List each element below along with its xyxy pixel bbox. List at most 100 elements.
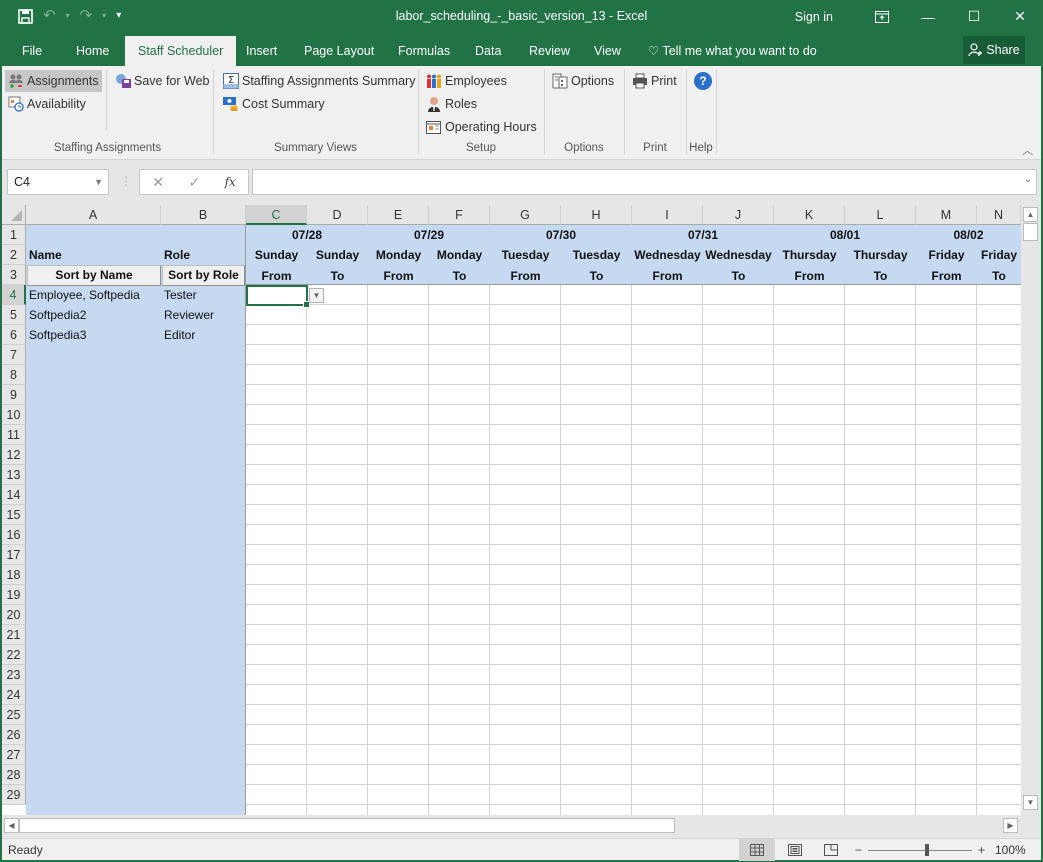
save-for-web-button[interactable]: Save for Web xyxy=(112,70,213,92)
column-header-h[interactable]: H xyxy=(561,205,632,225)
row-header-19[interactable]: 19 xyxy=(2,585,26,605)
row-header-25[interactable]: 25 xyxy=(2,705,26,725)
tab-home[interactable]: Home xyxy=(63,36,122,66)
tab-staff-scheduler[interactable]: Staff Scheduler xyxy=(125,36,237,66)
zoom-slider-handle[interactable] xyxy=(925,843,930,856)
row-header-11[interactable]: 11 xyxy=(2,425,26,445)
page-break-preview-button[interactable] xyxy=(813,839,849,861)
page-layout-view-button[interactable] xyxy=(777,839,813,861)
scroll-down-icon[interactable]: ▼ xyxy=(1023,795,1038,810)
column-header-m[interactable]: M xyxy=(916,205,977,225)
row-header-1[interactable]: 1 xyxy=(2,225,26,245)
tell-me-search[interactable]: ♡ Tell me what you want to do xyxy=(648,36,817,66)
column-header-g[interactable]: G xyxy=(490,205,561,225)
options-button[interactable]: Options xyxy=(549,70,617,92)
row-header-23[interactable]: 23 xyxy=(2,665,26,685)
column-header-j[interactable]: J xyxy=(703,205,774,225)
undo-icon[interactable]: ↶ xyxy=(43,7,56,25)
employee-role-cell[interactable]: Editor xyxy=(164,325,195,345)
customize-qat-icon[interactable]: ▾ xyxy=(116,7,121,25)
cell-dropdown-button[interactable]: ▼ xyxy=(309,288,324,303)
row-header-18[interactable]: 18 xyxy=(2,565,26,585)
redo-dropdown-icon[interactable]: ▾ xyxy=(102,7,106,25)
horizontal-scrollbar[interactable]: ◀ ▶ xyxy=(2,815,1041,838)
worksheet-grid[interactable]: ABCDEFGHIJKLMN 1 2 3 4 5 6 7 8 9 10 11 12 13 14 15 16 17… xyxy=(2,205,1021,815)
expand-formula-bar-icon[interactable]: ⌄ xyxy=(1024,174,1032,185)
scroll-right-icon[interactable]: ▶ xyxy=(1003,818,1018,833)
roles-button[interactable]: Roles xyxy=(423,93,480,115)
column-header-l[interactable]: L xyxy=(845,205,916,225)
column-header-a[interactable]: A xyxy=(26,205,161,225)
staffing-assignments-summary-button[interactable]: Σ Staffing Assignments Summary xyxy=(220,70,418,92)
name-box-dropdown-icon[interactable]: ▼ xyxy=(94,170,103,194)
name-box[interactable]: C4 ▼ xyxy=(7,169,109,195)
formula-input[interactable]: ⌄ xyxy=(252,169,1037,195)
column-header-c[interactable]: C xyxy=(246,205,307,225)
row-header-14[interactable]: 14 xyxy=(2,485,26,505)
insert-function-icon[interactable]: fx xyxy=(225,175,236,189)
ribbon-display-options-button[interactable] xyxy=(859,0,905,33)
select-all-button[interactable] xyxy=(2,205,26,225)
tab-review[interactable]: Review xyxy=(516,36,583,66)
row-header-6[interactable]: 6 xyxy=(2,325,26,345)
column-header-d[interactable]: D xyxy=(307,205,368,225)
row-header-28[interactable]: 28 xyxy=(2,765,26,785)
tab-view[interactable]: View xyxy=(581,36,634,66)
zoom-in-icon[interactable]: + xyxy=(978,843,985,857)
cell-area[interactable]: Name Role Sort by Name Sort by Role 07/2… xyxy=(26,225,1021,815)
vertical-scrollbar[interactable]: ▲ ▼ xyxy=(1021,205,1041,815)
column-header-f[interactable]: F xyxy=(429,205,490,225)
row-header-22[interactable]: 22 xyxy=(2,645,26,665)
help-button[interactable]: ? xyxy=(691,70,715,92)
row-header-17[interactable]: 17 xyxy=(2,545,26,565)
tab-data[interactable]: Data xyxy=(462,36,514,66)
column-header-e[interactable]: E xyxy=(368,205,429,225)
row-header-4[interactable]: 4 xyxy=(2,285,26,305)
row-header-5[interactable]: 5 xyxy=(2,305,26,325)
minimize-button[interactable]: — xyxy=(905,0,951,33)
close-button[interactable]: ✕ xyxy=(997,0,1043,33)
row-header-24[interactable]: 24 xyxy=(2,685,26,705)
column-header-k[interactable]: K xyxy=(774,205,845,225)
collapse-ribbon-icon[interactable]: ︿ xyxy=(1022,142,1033,158)
zoom-slider[interactable] xyxy=(868,843,973,856)
print-button[interactable]: Print xyxy=(629,70,680,92)
row-header-12[interactable]: 12 xyxy=(2,445,26,465)
row-header-29[interactable]: 29 xyxy=(2,785,26,805)
row-header-9[interactable]: 9 xyxy=(2,385,26,405)
sign-in-link[interactable]: Sign in xyxy=(795,10,833,24)
row-header-26[interactable]: 26 xyxy=(2,725,26,745)
column-header-i[interactable]: I xyxy=(632,205,703,225)
row-header-10[interactable]: 10 xyxy=(2,405,26,425)
employee-name-cell[interactable]: Employee, Softpedia xyxy=(29,285,140,305)
horizontal-scroll-thumb[interactable] xyxy=(19,818,675,833)
column-header-b[interactable]: B xyxy=(161,205,246,225)
maximize-button[interactable]: ☐ xyxy=(951,0,997,33)
row-header-21[interactable]: 21 xyxy=(2,625,26,645)
formula-bar-grip-icon[interactable]: ⋮ xyxy=(120,174,132,188)
employee-name-cell[interactable]: Softpedia3 xyxy=(29,325,86,345)
row-header-16[interactable]: 16 xyxy=(2,525,26,545)
row-header-27[interactable]: 27 xyxy=(2,745,26,765)
normal-view-button[interactable] xyxy=(739,839,775,861)
vertical-scroll-thumb[interactable] xyxy=(1023,223,1038,241)
zoom-out-icon[interactable]: − xyxy=(855,843,862,857)
enter-check-icon[interactable]: ✓ xyxy=(188,174,200,191)
sort-by-name-button[interactable]: Sort by Name xyxy=(27,265,161,286)
employee-role-cell[interactable]: Tester xyxy=(164,285,197,305)
operating-hours-button[interactable]: Operating Hours xyxy=(423,116,540,138)
tab-insert[interactable]: Insert xyxy=(233,36,290,66)
row-header-20[interactable]: 20 xyxy=(2,605,26,625)
row-header-13[interactable]: 13 xyxy=(2,465,26,485)
tab-file[interactable]: File xyxy=(9,36,55,66)
share-button[interactable]: Share xyxy=(963,36,1025,64)
row-header-2[interactable]: 2 xyxy=(2,245,26,265)
assignments-button[interactable]: Assignments xyxy=(5,70,102,92)
sort-by-role-button[interactable]: Sort by Role xyxy=(162,265,245,286)
employees-button[interactable]: Employees xyxy=(423,70,510,92)
undo-dropdown-icon[interactable]: ▾ xyxy=(66,7,70,25)
selected-cell-c4[interactable] xyxy=(246,285,310,308)
column-header-n[interactable]: N xyxy=(977,205,1021,225)
scroll-left-icon[interactable]: ◀ xyxy=(4,818,19,833)
cost-summary-button[interactable]: Cost Summary xyxy=(220,93,328,115)
